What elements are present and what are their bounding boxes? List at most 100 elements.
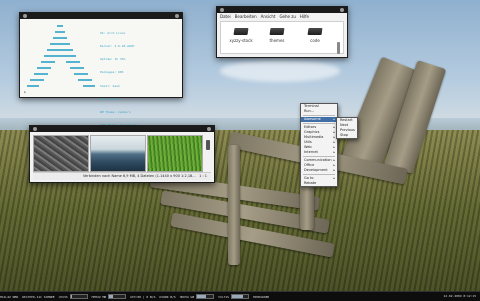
window-menu-icon[interactable] bbox=[33, 127, 37, 131]
status-segment: CPU 3% bbox=[59, 294, 88, 299]
segment-value: 54 GB bbox=[185, 294, 195, 299]
menu-item[interactable]: Rebate bbox=[301, 181, 337, 186]
folder-item[interactable]: themes bbox=[263, 28, 291, 43]
segment-value: 22 MB bbox=[97, 294, 107, 299]
file-manager-window[interactable]: Datei Bearbeiten Ansicht Gehe zu Hilfe x… bbox=[216, 6, 348, 58]
level-meter bbox=[196, 294, 215, 299]
submenu-arrow-icon: ▸ bbox=[333, 168, 335, 172]
segment-label: WEATHER bbox=[22, 294, 35, 299]
menu-item[interactable]: Internet ▸ bbox=[301, 150, 337, 155]
menu-item-label: Go to bbox=[304, 176, 314, 180]
folder-item[interactable]: xyzzy-stock bbox=[227, 28, 255, 43]
status-segment: UP 3:00 | 0 B/S bbox=[130, 295, 155, 299]
info-line: Kernel: 2.6.28-ARCH bbox=[100, 44, 135, 49]
menu-go[interactable]: Gehe zu bbox=[279, 14, 295, 19]
menu-separator bbox=[303, 156, 335, 157]
scrollbar[interactable] bbox=[206, 140, 210, 150]
thumbnail-grass[interactable] bbox=[147, 135, 203, 172]
folder-item[interactable]: code bbox=[301, 28, 329, 43]
close-icon[interactable] bbox=[175, 14, 179, 18]
info-line: Uptime: 1h 33m bbox=[100, 57, 126, 62]
menu-item-label: Office bbox=[304, 163, 315, 167]
menu-item-label: Rebate bbox=[304, 181, 317, 185]
folder-icon bbox=[307, 28, 323, 35]
terminal-titlebar[interactable] bbox=[20, 13, 182, 19]
segment-value: 71% bbox=[223, 294, 229, 299]
close-icon[interactable] bbox=[207, 127, 211, 131]
menu-item-label: Communication bbox=[304, 158, 332, 162]
info-line: WM Theme: zenburn bbox=[100, 110, 131, 115]
thumbnail-sea[interactable] bbox=[90, 135, 146, 172]
segment-value: 3:00 | 0 B/S bbox=[133, 294, 156, 299]
menu-item-label: Run... bbox=[304, 109, 315, 113]
page-indicator: 1 : 1 bbox=[199, 174, 207, 178]
status-segment: HDD 54 GB bbox=[180, 294, 215, 299]
status-segment: DOWN 0 B/S bbox=[159, 295, 175, 299]
menu-item[interactable]: Awesome ▸ bbox=[301, 117, 337, 122]
window-menu-icon[interactable] bbox=[220, 8, 224, 12]
segment-value: PAUSED bbox=[258, 294, 270, 299]
menu-item[interactable]: Run... bbox=[301, 109, 337, 114]
window-menu-icon[interactable] bbox=[23, 14, 27, 18]
menu-file[interactable]: Datei bbox=[220, 14, 231, 19]
submenu-arrow-icon: ▸ bbox=[333, 150, 335, 154]
status-segment: MEM 22 MB bbox=[92, 294, 127, 299]
status-text: Verbinden nach Name 6,9 MB, 4 Dateien (1… bbox=[83, 174, 196, 178]
menu-item-label: Awesome bbox=[304, 117, 321, 121]
menu-item-label: Utils bbox=[304, 140, 312, 144]
menubar: Datei Bearbeiten Ansicht Gehe zu Hilfe bbox=[217, 13, 347, 20]
menu-separator bbox=[303, 123, 335, 124]
menu-item-label: Development bbox=[304, 168, 328, 172]
image-viewer-window[interactable]: Verbinden nach Name 6,9 MB, 4 Dateien (1… bbox=[29, 125, 215, 183]
clock: 12.02.2009 8:12:15 bbox=[443, 294, 476, 298]
menu-view[interactable]: Ansicht bbox=[261, 14, 276, 19]
menu-item-label: Terminal bbox=[304, 104, 319, 108]
segment-value: 3% bbox=[64, 294, 68, 299]
cloud bbox=[220, 60, 340, 82]
segment-label: MAIL bbox=[0, 294, 8, 299]
status-segment: VOL 71% bbox=[218, 294, 249, 299]
menu-item-label: Graphics bbox=[304, 130, 320, 134]
menu-item[interactable]: Development ▸ bbox=[301, 168, 337, 173]
close-icon[interactable] bbox=[340, 8, 344, 12]
submenu-arrow-icon: ▸ bbox=[333, 117, 335, 121]
terminal-window[interactable]: OS: Arch Linux Kernel: 2.6.28-ARCH Uptim… bbox=[19, 12, 183, 167]
level-meter bbox=[108, 294, 127, 299]
level-meter bbox=[230, 294, 249, 299]
folder-label: code bbox=[310, 38, 320, 43]
status-segment: MPD PAUSED bbox=[253, 295, 269, 299]
segment-label: DOWN bbox=[159, 294, 167, 299]
thumbnail-wood[interactable] bbox=[33, 135, 89, 172]
status-segment: MAIL 22 NEW bbox=[0, 295, 18, 299]
segment-value: -11C SCHNEE bbox=[34, 294, 55, 299]
file-view[interactable]: xyzzy-stock themes code bbox=[220, 21, 344, 54]
image-viewer-titlebar[interactable] bbox=[30, 126, 214, 132]
menu-help[interactable]: Hilfe bbox=[300, 14, 309, 19]
status-segment: WEATHER -11C SCHNEE bbox=[22, 295, 55, 299]
folder-icon bbox=[269, 28, 285, 35]
info-line: Packages: 683 bbox=[100, 70, 124, 75]
info-line: WM: Awesome bbox=[100, 96, 120, 101]
menu-item-label: Internet bbox=[304, 150, 318, 154]
info-line: OS: Arch Linux bbox=[100, 30, 126, 35]
submenu-item[interactable]: Stop bbox=[337, 133, 357, 138]
menu-item-label: Multimedia bbox=[304, 135, 324, 139]
segment-value: 22 NEW bbox=[7, 294, 19, 299]
awesome-submenu[interactable]: Restart Next Previous Stop bbox=[336, 117, 358, 139]
image-viewer-status: Verbinden nach Name 6,9 MB, 4 Dateien (1… bbox=[33, 172, 211, 180]
menu-separator bbox=[303, 115, 335, 116]
folder-icon bbox=[233, 28, 249, 35]
arch-logo-ascii bbox=[26, 23, 96, 93]
level-meter bbox=[69, 294, 88, 299]
folder-label: xyzzy-stock bbox=[229, 38, 253, 43]
scrollbar[interactable] bbox=[337, 42, 340, 54]
chair-leg bbox=[228, 145, 240, 265]
segment-value: 0 B/S bbox=[166, 294, 176, 299]
shell-prompt[interactable]: $ bbox=[24, 90, 26, 94]
root-context-menu[interactable]: Terminal Run... Awesome ▸ Editors ▸ Graphics ▸ M… bbox=[300, 103, 338, 187]
info-line: Shell: bash bbox=[100, 83, 120, 88]
menu-separator bbox=[303, 174, 335, 175]
file-manager-titlebar[interactable] bbox=[217, 7, 347, 13]
menu-edit[interactable]: Bearbeiten bbox=[235, 14, 257, 19]
menu-item-label: Web bbox=[304, 145, 312, 149]
